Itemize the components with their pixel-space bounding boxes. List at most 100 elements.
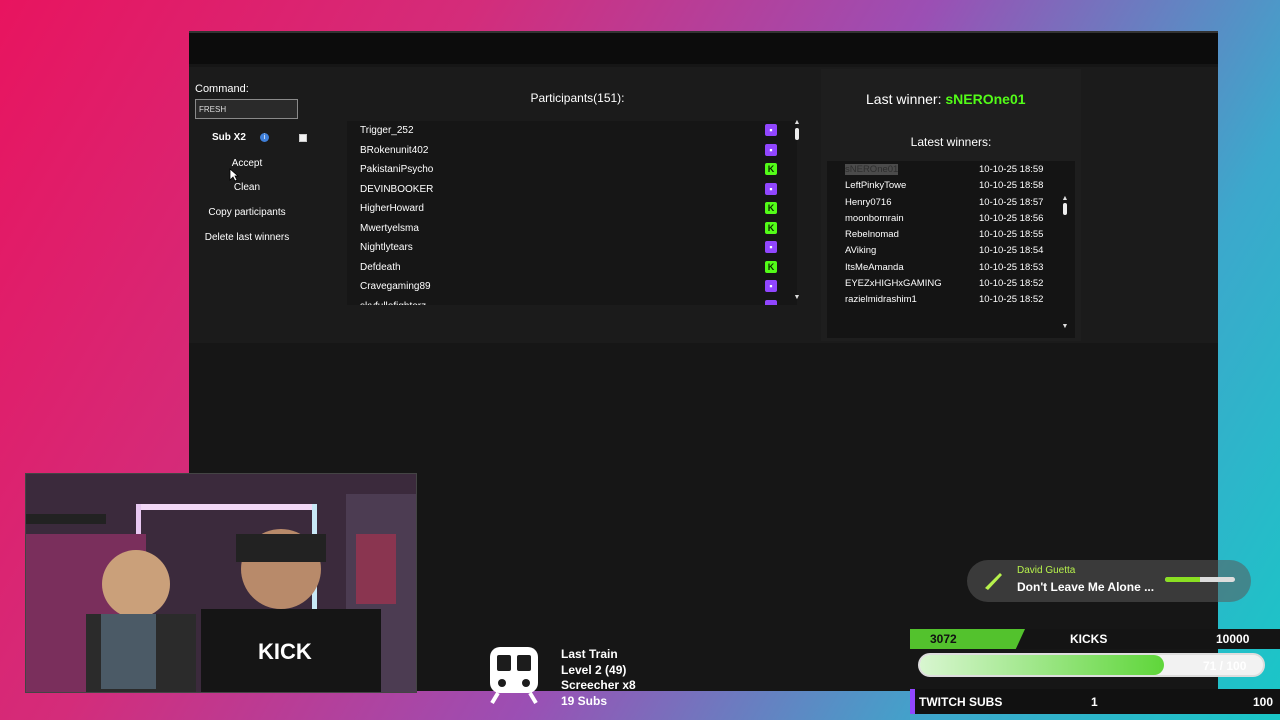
last-winner: Last winner: sNEROne01 (866, 91, 1026, 107)
mouse-cursor-icon (229, 168, 239, 182)
winner-time: 10-10-25 18:52 (979, 278, 1044, 290)
command-controls: Command: (195, 83, 315, 119)
music-note-icon (985, 573, 1002, 590)
winner-time: 10-10-25 18:58 (979, 180, 1044, 192)
command-input[interactable] (195, 99, 298, 119)
kicks-start-value: 3072 (930, 632, 957, 646)
sub-multiplier-label: Sub X2 (212, 132, 246, 143)
winner-time: 10-10-25 18:59 (979, 164, 1044, 175)
winners-scrollbar-thumb[interactable] (1063, 203, 1067, 215)
participant-name: PakistaniPsycho (360, 164, 434, 175)
latest-winners-title: Latest winners: (910, 135, 992, 149)
participant-row[interactable]: BRokenunit402 ▪ (347, 141, 797, 161)
twitch-logo-icon: ▪ (765, 143, 777, 156)
kicks-goal-header: 3072 KICKS 10000 (910, 629, 1280, 649)
accept-button[interactable]: Accept (195, 158, 299, 169)
winner-time: 10-10-25 18:52 (979, 294, 1044, 306)
album-art (980, 568, 1006, 594)
latest-winners-list[interactable]: sNEROne01 10-10-25 18:59 LeftPinkyTowe 10-1… (827, 161, 1075, 338)
scroll-up-arrow-icon[interactable]: ▲ (793, 119, 801, 127)
winner-name: moonbornrain (845, 212, 904, 224)
twitch-subs-current: 1 (1091, 695, 1098, 709)
participant-name: HigherHoward (360, 203, 424, 214)
last-winner-name: sNEROne01 (945, 91, 1026, 107)
svg-text:KICK: KICK (258, 639, 312, 664)
winner-row[interactable]: Henry0716 10-10-25 18:57 (827, 194, 1075, 210)
winner-name: EYEZxHIGHxGAMING (845, 278, 942, 290)
scroll-down-arrow-icon[interactable]: ▼ (793, 294, 801, 302)
song-title: Don't Leave Me Alone ... (1017, 580, 1155, 594)
kick-logo-icon: K (765, 163, 777, 175)
winner-row[interactable]: AViking 10-10-25 18:54 (827, 242, 1075, 258)
winner-row[interactable]: ItsMeAmanda 10-10-25 18:53 (827, 259, 1075, 275)
participant-row[interactable]: DEVINBOOKER ▪ (347, 180, 797, 200)
winners-scroll-down-icon[interactable]: ▼ (1061, 323, 1069, 331)
clean-button[interactable]: Clean (195, 182, 299, 193)
participants-title: Participants(151): (530, 91, 625, 105)
command-label: Command: (195, 83, 249, 95)
winner-row[interactable]: sNEROne01 10-10-25 18:59 (827, 161, 1075, 177)
kick-logo-icon: K (765, 202, 777, 214)
kicks-end-value: 10000 (1216, 632, 1250, 646)
winner-name: Rebelnomad (845, 229, 899, 241)
participant-name: skyfullofighterz (360, 301, 426, 306)
winners-panel: Last winner: sNEROne01 Latest winners: s… (821, 69, 1081, 341)
delete-last-winners-button[interactable]: Delete last winners (195, 232, 299, 243)
twitch-logo-icon: ▪ (765, 280, 777, 292)
twitch-subs-label: TWITCH SUBS (919, 695, 1003, 709)
winner-time: 10-10-25 18:55 (979, 229, 1044, 241)
participant-row[interactable]: Defdeath K (347, 258, 797, 278)
winner-row[interactable]: razielmidrashim1 10-10-25 18:52 (827, 291, 1075, 307)
kicks-progress-label: 71 / 100 (1203, 659, 1247, 673)
train-subs: 19 Subs (561, 693, 608, 708)
twitch-logo-icon: ▪ (765, 299, 777, 305)
webcam-scene-image: KICK (26, 474, 416, 692)
participant-row[interactable]: PakistaniPsycho K (347, 160, 797, 180)
participants-scrollbar-thumb[interactable] (795, 128, 799, 140)
train-top-contributor: Screecher x8 (561, 678, 636, 692)
winner-time: 10-10-25 18:53 (979, 261, 1044, 273)
participant-row[interactable]: Trigger_252 ▪ (347, 121, 797, 141)
winner-name: Henry0716 (845, 196, 892, 208)
winner-name: AViking (845, 245, 877, 257)
participant-row[interactable]: skyfullofighterz ▪ (347, 297, 797, 306)
winner-name: razielmidrashim1 (845, 294, 917, 306)
song-progress-fill (1165, 577, 1200, 582)
twitch-subs-goal: TWITCH SUBS 1 100 (910, 689, 1280, 714)
participant-name: Nightlytears (360, 242, 413, 253)
participant-row[interactable]: Mwertyelsma K (347, 219, 797, 239)
twitch-logo-icon: ▪ (765, 182, 777, 195)
participant-row[interactable]: Cravegaming89 ▪ (347, 277, 797, 297)
song-progress-bar (1165, 577, 1235, 582)
participant-name: Defdeath (360, 261, 401, 273)
now-playing-widget: David Guetta Don't Leave Me Alone ... (967, 560, 1251, 602)
participant-name: DEVINBOOKER (360, 183, 434, 195)
last-winner-label: Last winner: (866, 91, 942, 107)
kick-logo-icon: K (765, 260, 777, 273)
winner-row[interactable]: moonbornrain 10-10-25 18:56 (827, 210, 1075, 226)
winner-name: ItsMeAmanda (845, 261, 904, 273)
sub-multiplier-checkbox[interactable] (298, 133, 307, 142)
participant-name: Mwertyelsma (360, 222, 419, 234)
copy-participants-button[interactable]: Copy participants (195, 207, 299, 218)
participant-name: Trigger_252 (360, 125, 414, 136)
info-icon[interactable]: i (259, 133, 269, 142)
winner-time: 10-10-25 18:57 (979, 196, 1044, 208)
winner-row[interactable]: Rebelnomad 10-10-25 18:55 (827, 226, 1075, 242)
sub-multiplier-row: Sub X2 i (212, 132, 307, 143)
kicks-progress-fill (920, 655, 1164, 675)
winner-time: 10-10-25 18:54 (979, 245, 1044, 257)
winner-row[interactable]: LeftPinkyTowe 10-10-25 18:58 (827, 177, 1075, 193)
train-level: Level 2 (49) (561, 662, 627, 677)
winner-row[interactable]: EYEZxHIGHxGAMING 10-10-25 18:52 (827, 275, 1075, 291)
participant-row[interactable]: HigherHoward K (347, 199, 797, 219)
participant-row[interactable]: Nightlytears ▪ (347, 238, 797, 258)
twitch-logo-icon: ▪ (765, 124, 777, 136)
winner-name: sNEROne01 (845, 164, 899, 175)
participants-list[interactable]: Trigger_252 ▪ BRokenunit402 ▪ PakistaniPsych… (347, 121, 797, 305)
train-icon (490, 647, 538, 705)
winner-name: LeftPinkyTowe (845, 180, 907, 192)
winners-scroll-up-icon[interactable]: ▲ (1061, 195, 1069, 203)
kicks-label: KICKS (1070, 632, 1108, 646)
twitch-logo-icon: ▪ (765, 241, 777, 253)
